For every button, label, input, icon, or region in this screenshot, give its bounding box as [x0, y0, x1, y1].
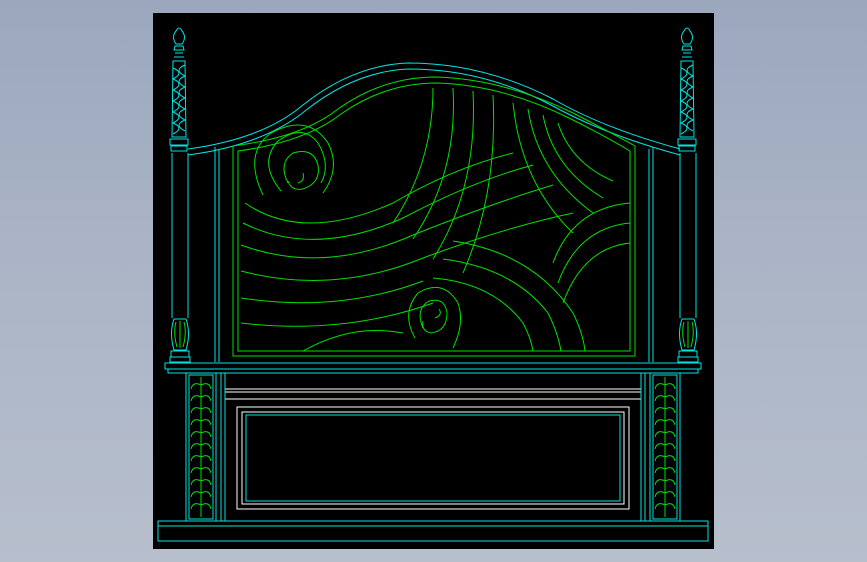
base-panel-outer [236, 406, 630, 510]
plinth [157, 520, 709, 542]
left-post [169, 27, 191, 363]
right-finial [681, 27, 693, 45]
carved-panel [232, 76, 636, 357]
headboard-drawing [157, 27, 709, 542]
left-leaf-carving [190, 377, 212, 517]
left-finial [173, 27, 185, 45]
right-leaf-carving [654, 377, 676, 517]
base-rail-white [224, 388, 642, 400]
base-section [157, 372, 709, 542]
cad-viewport[interactable] [0, 0, 867, 562]
drawing-canvas[interactable] [153, 13, 714, 549]
panel-frame-outer [232, 76, 636, 357]
base-rail [164, 362, 702, 400]
right-post [677, 27, 699, 363]
base-panel-inner [241, 411, 625, 505]
